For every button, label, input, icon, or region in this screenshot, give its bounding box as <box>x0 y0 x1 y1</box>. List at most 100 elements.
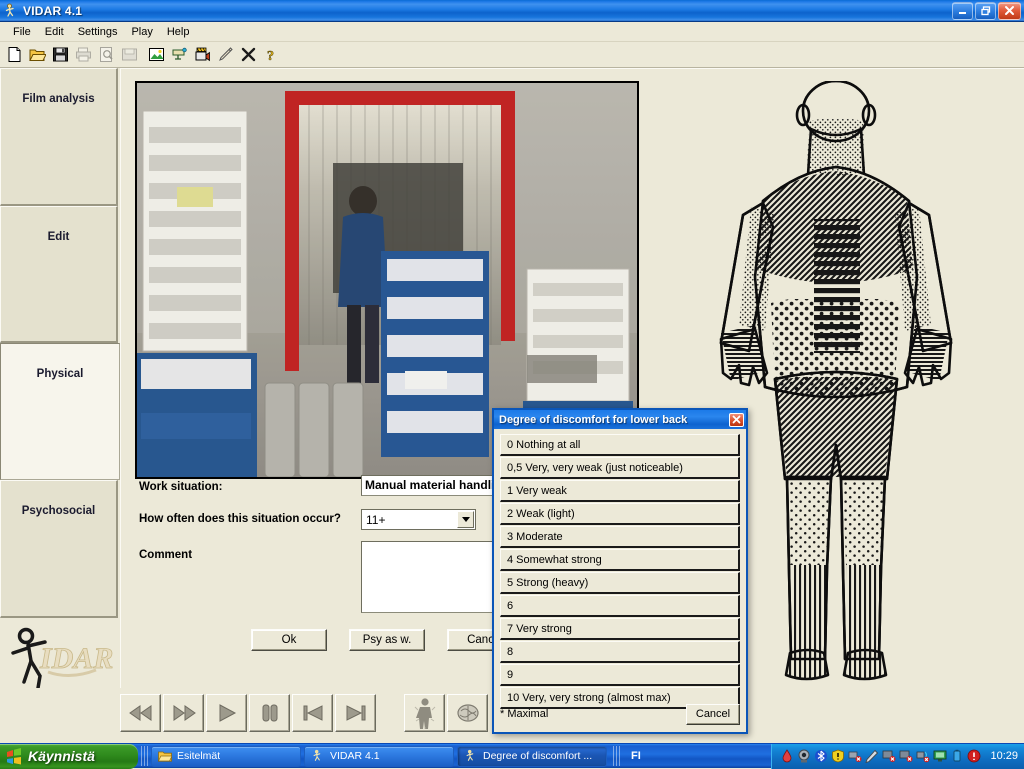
frequency-label: How often does this situation occur? <box>139 513 341 525</box>
image-icon[interactable] <box>145 44 167 66</box>
monitor-error-icon[interactable] <box>882 749 896 763</box>
rewind-button[interactable] <box>120 694 161 732</box>
sidebar-item-psychosocial[interactable]: Psychosocial <box>0 480 118 618</box>
dialog-cancel-button[interactable]: Cancel <box>686 703 740 725</box>
sidebar-item-physical[interactable]: Physical <box>0 343 120 480</box>
menu-play[interactable]: Play <box>124 24 159 40</box>
dialog-footer: * Maximal Cancel <box>500 702 740 726</box>
drop-icon[interactable] <box>780 749 794 763</box>
menu-settings[interactable]: Settings <box>71 24 125 40</box>
system-tray: 10:29 <box>771 743 1024 769</box>
vidar-logo: IDAR <box>0 620 120 696</box>
discomfort-option-7[interactable]: 7 Very strong <box>500 618 740 640</box>
battery-icon[interactable] <box>950 749 964 763</box>
dialog-title: Degree of discomfort for lower back <box>499 413 688 426</box>
psy-as-w-button[interactable]: Psy as w. <box>349 629 425 651</box>
fast-forward-button[interactable] <box>163 694 204 732</box>
taskbar-item-esitelmat[interactable]: Esitelmät <box>151 745 301 767</box>
sidebar-item-film-analysis[interactable]: Film analysis <box>0 68 118 206</box>
language-indicator[interactable]: FI <box>631 750 641 762</box>
play-button[interactable] <box>206 694 247 732</box>
pause-button[interactable] <box>249 694 290 732</box>
sidebar-item-edit[interactable]: Edit <box>0 206 118 343</box>
discomfort-option-2[interactable]: 2 Weak (light) <box>500 503 740 525</box>
taskbar-item-label: Esitelmät <box>177 750 221 762</box>
body-map-button[interactable] <box>404 694 445 732</box>
taskbar-item-degree-of-discomfort[interactable]: Degree of discomfort ... <box>457 745 607 767</box>
taskbar-grip[interactable] <box>141 746 148 766</box>
main-toolbar: ? <box>0 42 1024 68</box>
bluetooth-icon[interactable] <box>814 749 828 763</box>
discomfort-option-0[interactable]: 0 Nothing at all <box>500 434 740 456</box>
chevron-down-icon[interactable] <box>457 511 474 528</box>
discomfort-option-3[interactable]: 3 Moderate <box>500 526 740 548</box>
shield-warning-icon[interactable] <box>831 749 845 763</box>
vidar-figure-icon <box>466 749 474 761</box>
restore-button[interactable] <box>975 1 996 20</box>
window-title: VIDAR 4.1 <box>23 3 83 18</box>
discomfort-option-6[interactable]: 6 <box>500 595 740 617</box>
new-document-icon[interactable] <box>3 44 25 66</box>
pencil-icon[interactable] <box>214 44 236 66</box>
minimize-button[interactable] <box>952 1 973 20</box>
taskbar-item-vidar[interactable]: VIDAR 4.1 <box>304 745 454 767</box>
print-icon <box>72 44 94 66</box>
menu-edit[interactable]: Edit <box>38 24 71 40</box>
comment-label: Comment <box>139 549 193 561</box>
start-label: Käynnistä <box>28 748 95 764</box>
close-button[interactable] <box>998 1 1021 20</box>
video-camera-icon[interactable] <box>191 44 213 66</box>
start-button[interactable]: Käynnistä <box>0 743 138 769</box>
taskbar-item-label: VIDAR 4.1 <box>330 750 380 762</box>
region-left-foot <box>786 650 828 679</box>
menu-file[interactable]: File <box>6 24 38 40</box>
vidar-figure-icon <box>3 3 19 19</box>
previous-frame-button[interactable] <box>292 694 333 732</box>
sidebar-item-label: Film analysis <box>22 93 95 105</box>
sidebar-item-label: Physical <box>36 368 84 380</box>
wireless-error-icon[interactable] <box>916 749 930 763</box>
taskbar-clock[interactable]: 10:29 <box>990 750 1018 762</box>
taskbar-item-label: Degree of discomfort ... <box>483 750 593 762</box>
sidebar-tabs: Film analysis Edit Physical Psychosocial <box>0 68 120 696</box>
dialog-titlebar: Degree of discomfort for lower back <box>494 410 746 429</box>
menu-help[interactable]: Help <box>160 24 197 40</box>
window-titlebar: VIDAR 4.1 <box>0 0 1024 22</box>
discomfort-option-8[interactable]: 8 <box>500 641 740 663</box>
monitor-error2-icon[interactable] <box>899 749 913 763</box>
dialog-close-icon[interactable] <box>729 412 744 427</box>
next-frame-button[interactable] <box>335 694 376 732</box>
security-alert-icon[interactable] <box>967 749 981 763</box>
display-icon[interactable] <box>933 749 947 763</box>
export-icon <box>118 44 140 66</box>
frequency-select[interactable]: 11+ <box>361 509 476 530</box>
windows-flag-icon <box>7 747 21 764</box>
ok-button[interactable]: Ok <box>251 629 327 651</box>
save-disk-icon[interactable] <box>49 44 71 66</box>
svg-text:?: ? <box>267 49 274 63</box>
discomfort-option-5[interactable]: 5 Strong (heavy) <box>500 572 740 594</box>
print-preview-icon <box>95 44 117 66</box>
open-folder-icon[interactable] <box>26 44 48 66</box>
menu-bar: File Edit Settings Play Help <box>0 22 1024 42</box>
network-error-icon[interactable] <box>848 749 862 763</box>
region-ankles <box>792 565 880 657</box>
pen-icon[interactable] <box>865 749 879 763</box>
tray-grip[interactable] <box>613 746 620 766</box>
discomfort-option-4[interactable]: 4 Somewhat strong <box>500 549 740 571</box>
dialog-body: 0 Nothing at all 0,5 Very, very weak (ju… <box>496 431 744 730</box>
discomfort-option-05[interactable]: 0,5 Very, very weak (just noticeable) <box>500 457 740 479</box>
discomfort-option-1[interactable]: 1 Very weak <box>500 480 740 502</box>
work-situation-label: Work situation: <box>139 481 223 493</box>
window-controls <box>952 1 1024 20</box>
frequency-value: 11+ <box>366 512 386 527</box>
sidebar-item-label: Edit <box>47 231 70 243</box>
windows-taskbar: Käynnistä Esitelmät VIDAR 4.1 Degree of … <box>0 743 1024 769</box>
webcam-icon[interactable] <box>797 749 811 763</box>
discomfort-option-9[interactable]: 9 <box>500 664 740 686</box>
delete-x-icon[interactable] <box>237 44 259 66</box>
vidar-figure-icon <box>313 749 321 761</box>
help-question-icon[interactable]: ? <box>260 44 282 66</box>
brain-map-button[interactable] <box>447 694 488 732</box>
projector-icon[interactable] <box>168 44 190 66</box>
